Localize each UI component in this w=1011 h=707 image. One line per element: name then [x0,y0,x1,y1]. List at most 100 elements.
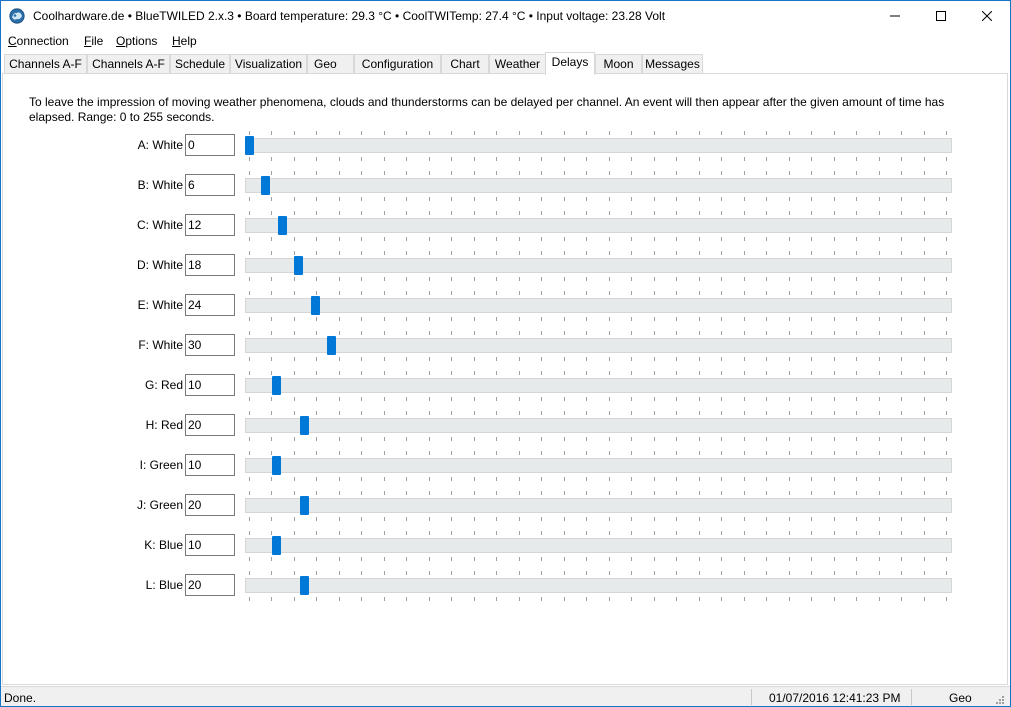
slider-tick [608,157,610,161]
delay-input[interactable] [185,534,235,556]
delay-slider-thumb[interactable] [327,336,336,355]
slider-tick [428,251,430,255]
slider-tick [563,131,565,135]
delay-input[interactable] [185,454,235,476]
slider-tick [923,517,925,521]
delay-slider-track[interactable] [245,378,952,393]
maximize-button[interactable] [918,1,964,31]
delay-slider-track[interactable] [245,498,952,513]
slider-tick [901,251,903,255]
delay-slider-track[interactable] [245,178,952,193]
close-button[interactable] [964,1,1010,31]
delay-slider-track[interactable] [245,298,952,313]
slider-tick [878,371,880,375]
delay-slider-thumb[interactable] [294,256,304,275]
delay-slider-track[interactable] [245,258,952,273]
delay-slider-track[interactable] [245,578,952,593]
tab-chart[interactable]: Chart [441,54,489,74]
delay-slider-thumb[interactable] [272,536,282,555]
slider-tick [653,517,655,521]
delay-input[interactable] [185,294,235,316]
slider-tick [788,411,790,415]
slider-tick [721,477,723,481]
delay-input[interactable] [185,134,235,156]
delay-slider-thumb[interactable] [245,136,254,155]
slider-tick [406,237,408,241]
delay-slider-thumb[interactable] [272,376,282,395]
slider-tick [428,531,430,535]
tab-configuration[interactable]: Configuration [354,54,441,74]
slider-tick [249,237,250,241]
slider-tick [293,277,295,281]
slider-tick [631,317,633,321]
tab-geo[interactable]: Geo [307,54,354,74]
slider-tick [653,237,655,241]
slider-tick [833,357,835,361]
delay-slider-thumb[interactable] [272,456,282,475]
slider-tick [946,517,947,521]
delays-description: To leave the impression of moving weathe… [29,95,945,124]
delay-slider-thumb[interactable] [277,216,287,235]
slider-tick [338,251,340,255]
slider-tick [608,357,610,361]
slider-tick [451,131,453,135]
menu-connection[interactable]: Connection [8,34,69,48]
delay-slider-thumb[interactable] [261,176,271,195]
slider-tick [676,411,678,415]
tab-visualization[interactable]: Visualization [230,54,307,74]
minimize-button[interactable] [872,1,918,31]
slider-tick [586,197,588,201]
tab-moon[interactable]: Moon [595,54,642,74]
slider-tick [316,291,318,295]
status-separator [911,689,912,705]
tab-messages[interactable]: Messages [642,54,703,74]
delay-slider-thumb[interactable] [299,416,309,435]
slider-tick [249,331,250,335]
tab-channels-a-f[interactable]: Channels A-F [4,54,87,74]
menu-file[interactable]: File [84,34,103,48]
delay-label: L: Blue [145,578,183,592]
delay-slider-track[interactable] [245,458,952,473]
menu-help[interactable]: Help [172,34,197,48]
slider-tick [766,277,768,281]
slider-tick [923,491,925,495]
delay-slider-track[interactable] [245,338,952,353]
delay-input[interactable] [185,174,235,196]
delay-input[interactable] [185,214,235,236]
slider-tick [676,211,678,215]
slider-tick [338,317,340,321]
title-bar[interactable]: Coolhardware.de • BlueTWILED 2.x.3 • Boa… [1,1,1010,31]
delay-input[interactable] [185,494,235,516]
slider-tick [496,557,498,561]
delay-slider-thumb[interactable] [299,576,309,595]
slider-tick [923,131,925,135]
slider-tick [856,237,858,241]
slider-tick [451,197,453,201]
delay-slider-track[interactable] [245,218,952,233]
slider-tick [473,251,475,255]
delay-input[interactable] [185,414,235,436]
delay-input[interactable] [185,574,235,596]
slider-tick [473,317,475,321]
tab-channels-a-f-2[interactable]: Channels A-F [87,54,170,74]
delay-input[interactable] [185,334,235,356]
slider-tick [496,411,498,415]
slider-tick [406,411,408,415]
delay-slider-track[interactable] [245,138,952,153]
delay-slider-thumb[interactable] [299,496,309,515]
menu-options[interactable]: Options [116,34,157,48]
resize-grip-icon[interactable] [993,693,1005,705]
tab-weather[interactable]: Weather [489,54,546,74]
delay-input[interactable] [185,374,235,396]
slider-tick [383,491,385,495]
slider-tick [541,451,543,455]
delay-slider-track[interactable] [245,418,952,433]
tab-schedule[interactable]: Schedule [170,54,230,74]
tab-delays[interactable]: Delays [545,52,595,75]
delay-slider-thumb[interactable] [310,296,320,315]
slider-tick [788,437,790,441]
delay-input[interactable] [185,254,235,276]
delay-slider-track[interactable] [245,538,952,553]
slider-tick [878,211,880,215]
slider-tick [631,571,633,575]
